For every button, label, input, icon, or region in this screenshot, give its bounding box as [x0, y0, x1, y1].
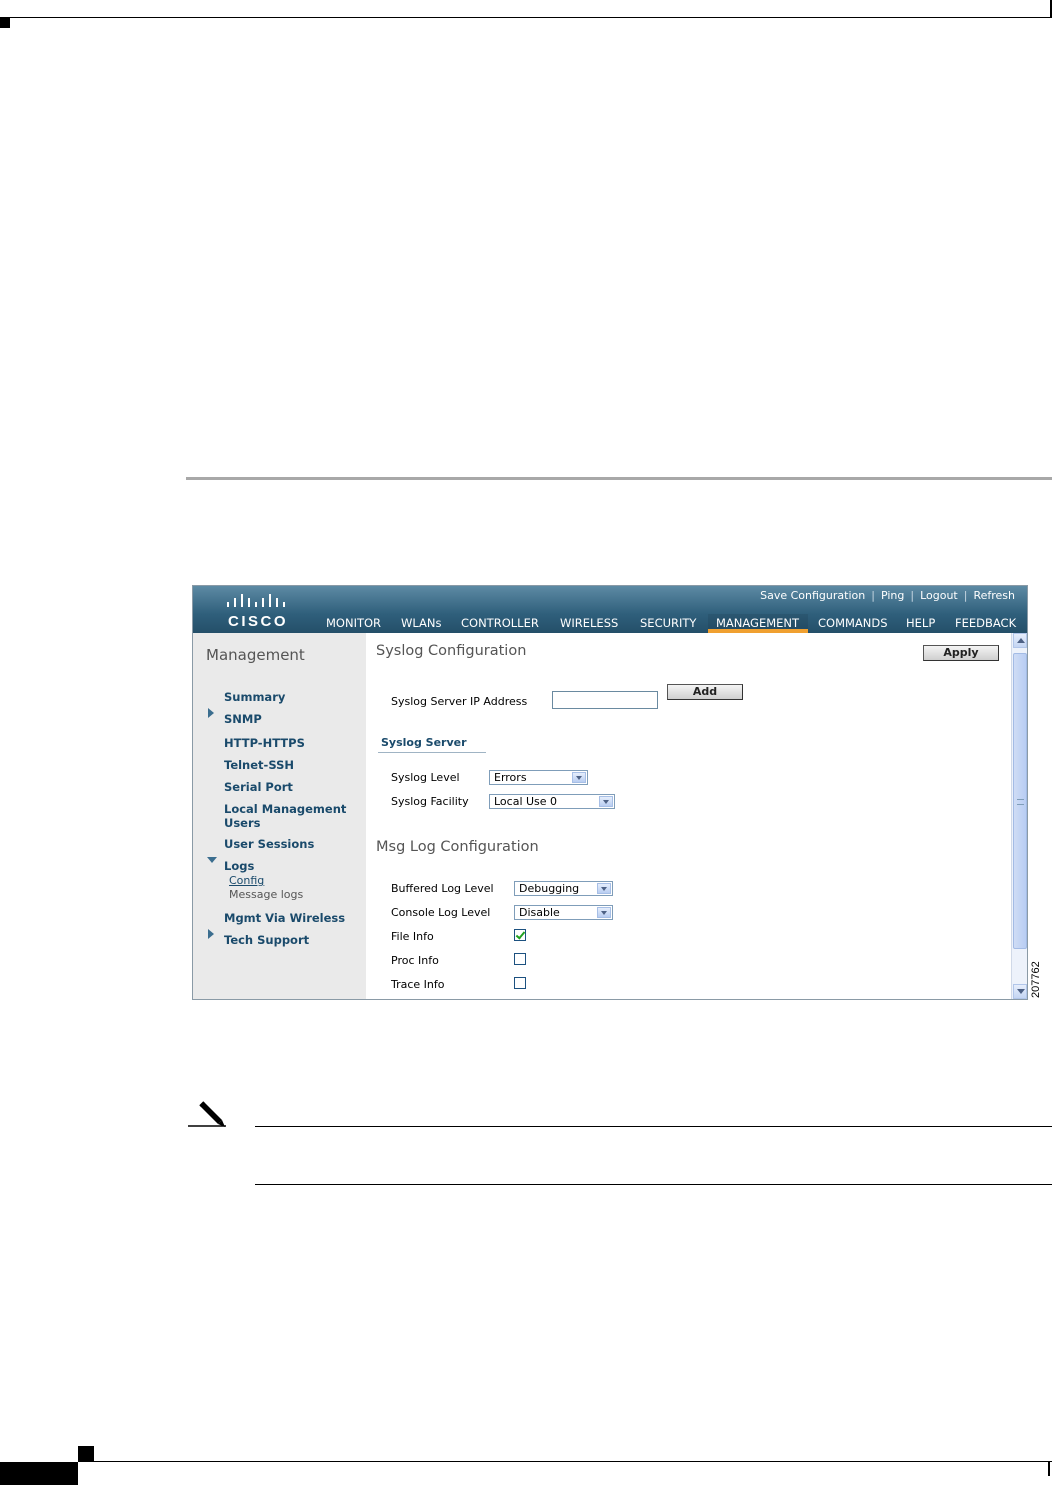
sidebar-item-summary[interactable]: Summary [224, 690, 285, 704]
nav-feedback[interactable]: FEEDBACK [955, 614, 1016, 633]
scroll-down-button[interactable] [1013, 984, 1027, 999]
footer-square-mark [78, 1446, 94, 1462]
chevron-down-icon[interactable] [597, 883, 611, 894]
note-bottom-rule [255, 1184, 1052, 1185]
nav-help[interactable]: HELP [906, 614, 935, 633]
console-log-level-select[interactable]: Disable [514, 905, 613, 920]
top-header-bar: CISCO Save Configuration | Ping | Logout | Ref… [193, 586, 1027, 633]
save-configuration-link[interactable]: Save Configuration [760, 589, 865, 602]
sidebar-subitem-message-logs[interactable]: Message logs [229, 888, 303, 901]
msg-log-config-title: Msg Log Configuration [376, 839, 539, 855]
wlc-web-ui-window: CISCO Save Configuration | Ping | Logout | Ref… [192, 585, 1028, 1000]
nav-security[interactable]: SECURITY [640, 614, 696, 633]
trace-info-label: Trace Info [391, 978, 445, 991]
vertical-scrollbar[interactable] [1011, 633, 1027, 999]
sidebar-item-snmp[interactable]: SNMP [224, 712, 262, 726]
console-log-level-value: Disable [519, 906, 560, 919]
logout-link[interactable]: Logout [920, 589, 958, 602]
sidebar-item-telnet-ssh[interactable]: Telnet-SSH [224, 758, 294, 772]
proc-info-label: Proc Info [391, 954, 439, 967]
main-nav: MONITOR WLANs CONTROLLER WIRELESS SECURI… [193, 614, 1027, 633]
syslog-server-ip-label: Syslog Server IP Address [391, 695, 528, 708]
syslog-facility-value: Local Use 0 [494, 795, 558, 808]
file-info-label: File Info [391, 930, 434, 943]
footer-page-tab [0, 1462, 78, 1485]
sidebar-subitem-config[interactable]: Config [229, 874, 264, 887]
sidebar-item-serial-port[interactable]: Serial Port [224, 780, 293, 794]
footer-rule [78, 1461, 1052, 1462]
sidebar-item-logs[interactable]: Logs [224, 859, 254, 873]
add-button[interactable]: Add [667, 684, 743, 700]
chevron-down-icon[interactable] [599, 796, 613, 807]
sidebar-item-tech-support[interactable]: Tech Support [224, 933, 309, 947]
expand-arrow-icon[interactable] [208, 929, 214, 939]
nav-controller[interactable]: CONTROLLER [461, 614, 539, 633]
buffered-log-level-select[interactable]: Debugging [514, 881, 613, 896]
chevron-down-icon[interactable] [572, 772, 586, 783]
syslog-level-select[interactable]: Errors [489, 770, 588, 785]
scrollbar-thumb[interactable] [1013, 653, 1027, 949]
header-rule [0, 17, 1052, 18]
figure-number: 207762 [1030, 961, 1042, 998]
collapse-arrow-icon[interactable] [207, 857, 217, 863]
buffered-log-level-value: Debugging [519, 882, 580, 895]
syslog-facility-select[interactable]: Local Use 0 [489, 794, 615, 809]
sidebar: Management Summary SNMP HTTP-HTTPS Telne… [193, 633, 366, 999]
syslog-facility-label: Syslog Facility [391, 795, 469, 808]
buffered-log-level-label: Buffered Log Level [391, 882, 494, 895]
trace-info-checkbox[interactable] [514, 977, 526, 989]
syslog-level-value: Errors [494, 771, 527, 784]
syslog-config-title: Syslog Configuration [376, 643, 527, 659]
nav-wireless[interactable]: WIRELESS [560, 614, 618, 633]
syslog-server-ip-input[interactable] [552, 691, 658, 709]
grip-icon [1017, 799, 1024, 805]
utility-links: Save Configuration | Ping | Logout | Refresh [760, 589, 1015, 602]
apply-button[interactable]: Apply [923, 645, 999, 661]
refresh-link[interactable]: Refresh [973, 589, 1015, 602]
file-info-checkbox[interactable] [514, 929, 526, 941]
console-log-level-label: Console Log Level [391, 906, 491, 919]
note-pencil-icon [188, 1101, 226, 1127]
footer-rule-tick [1048, 1462, 1050, 1476]
sidebar-item-user-sessions[interactable]: User Sessions [224, 837, 314, 851]
header-corner-mark [0, 18, 10, 28]
nav-management[interactable]: MANAGEMENT [708, 614, 808, 633]
sidebar-item-http-https[interactable]: HTTP-HTTPS [224, 736, 305, 750]
nav-wlans[interactable]: WLANs [401, 614, 442, 633]
proc-info-checkbox[interactable] [514, 953, 526, 965]
expand-arrow-icon[interactable] [208, 708, 214, 718]
scroll-up-button[interactable] [1013, 633, 1027, 648]
arrow-down-icon [1017, 989, 1025, 994]
syslog-level-label: Syslog Level [391, 771, 460, 784]
chevron-down-icon[interactable] [597, 907, 611, 918]
note-top-rule [255, 1126, 1052, 1127]
nav-commands[interactable]: COMMANDS [818, 614, 888, 633]
nav-monitor[interactable]: MONITOR [326, 614, 381, 633]
sidebar-item-local-management-users[interactable]: Local Management Users [224, 802, 354, 830]
arrow-up-icon [1017, 638, 1025, 643]
sidebar-item-mgmt-via-wireless[interactable]: Mgmt Via Wireless [224, 911, 345, 925]
syslog-server-section-heading: Syslog Server [378, 736, 486, 753]
ping-link[interactable]: Ping [881, 589, 904, 602]
sidebar-title: Management [206, 646, 305, 664]
section-divider [186, 477, 1052, 480]
main-content: Syslog Configuration Apply Syslog Server… [366, 633, 1011, 999]
